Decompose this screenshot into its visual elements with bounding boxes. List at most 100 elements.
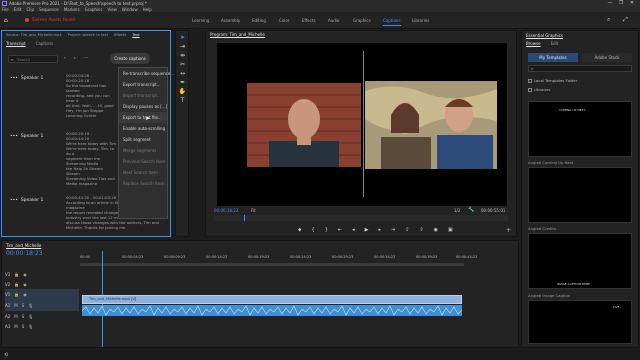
playhead[interactable] bbox=[244, 215, 245, 221]
menu-item-retranscribe[interactable]: Re-transcribe sequence... bbox=[119, 68, 174, 79]
create-captions-button[interactable]: Create captions bbox=[110, 53, 150, 64]
workspace-tab-graphics[interactable]: Graphics bbox=[353, 18, 371, 23]
mark-in-icon[interactable]: { bbox=[312, 227, 315, 233]
home-icon[interactable]: ⌂ bbox=[4, 17, 8, 24]
extract-icon[interactable]: ⇪ bbox=[419, 227, 423, 233]
play-icon[interactable]: ▶ bbox=[365, 227, 369, 233]
audio-clip[interactable] bbox=[81, 305, 463, 316]
mic-icon[interactable]: 🎙 bbox=[28, 324, 33, 329]
menu-item-import-transcript[interactable]: Import transcript... bbox=[119, 90, 167, 101]
essential-graphics-title[interactable]: Essential Graphics bbox=[526, 33, 563, 38]
scrub-bar[interactable] bbox=[214, 215, 508, 221]
wrench-icon[interactable]: 🔧 bbox=[468, 207, 474, 213]
mute-icon[interactable]: M bbox=[14, 324, 17, 329]
menu-clip[interactable]: Clip bbox=[26, 7, 34, 12]
fullscreen-icon[interactable]: ⤢ bbox=[623, 16, 628, 24]
menu-graphics[interactable]: Graphics bbox=[85, 7, 103, 12]
export-frame-icon[interactable]: ◉ bbox=[434, 227, 438, 233]
checkbox-icon[interactable] bbox=[528, 87, 532, 92]
menu-file[interactable]: File bbox=[2, 7, 9, 12]
menu-window[interactable]: Window bbox=[122, 7, 138, 12]
tab-effects[interactable]: Effects bbox=[114, 33, 126, 37]
tab-edit[interactable]: Edit bbox=[551, 41, 559, 46]
my-templates-button[interactable]: My Templates bbox=[528, 53, 578, 62]
menu-edit[interactable]: Edit bbox=[14, 7, 22, 12]
menu-item-export-text-file[interactable]: Export to text file... bbox=[119, 112, 167, 123]
workspace-tab-learning[interactable]: Learning bbox=[192, 18, 209, 23]
track-header-a1[interactable]: A1 M S 🎙 bbox=[5, 300, 79, 311]
solo-icon[interactable]: S bbox=[22, 314, 25, 319]
workspace-tab-libraries[interactable]: Libraries bbox=[412, 18, 429, 23]
template-thumbnail[interactable]: LIVE bbox=[528, 300, 632, 344]
type-tool-icon[interactable]: T bbox=[179, 97, 186, 104]
menu-item-previous-search[interactable]: Previous Search Item bbox=[119, 156, 167, 167]
search-input[interactable]: ⌕ Search bbox=[8, 55, 58, 63]
mute-icon[interactable]: M bbox=[14, 303, 17, 308]
go-to-in-icon[interactable]: ⇤ bbox=[338, 227, 342, 233]
tab-transcript[interactable]: Transcript bbox=[6, 41, 26, 46]
track-header-a2[interactable]: A2 M S 🎙 bbox=[5, 311, 79, 321]
workspace-tab-assembly[interactable]: Assembly bbox=[221, 18, 240, 23]
workspace-tab-effects[interactable]: Effects bbox=[302, 18, 316, 23]
previous-result-button[interactable]: ‹ bbox=[64, 55, 66, 60]
workspace-tab-captions[interactable]: Captions bbox=[383, 18, 401, 26]
add-marker-icon[interactable]: ⬥ bbox=[298, 227, 302, 233]
menu-item-replace-search[interactable]: Replace Search Item bbox=[119, 178, 167, 189]
step-forward-icon[interactable]: ▸ bbox=[378, 227, 381, 233]
search-icon[interactable]: ⌕ bbox=[607, 16, 610, 24]
go-to-out-icon[interactable]: ⇥ bbox=[391, 227, 395, 233]
transcript-entry[interactable]: ••• Speaker 1 bbox=[10, 197, 43, 203]
eye-icon[interactable]: ◉ bbox=[23, 282, 27, 287]
templates-search-input[interactable]: ⌕ bbox=[528, 65, 632, 72]
mic-icon[interactable]: 🎙 bbox=[28, 314, 33, 319]
transcript-entry[interactable]: ••• Speaker 1 bbox=[10, 75, 43, 81]
work-area-bar[interactable] bbox=[80, 263, 464, 266]
template-thumbnail[interactable]: COMING UP NEXT bbox=[528, 101, 632, 157]
tab-browse[interactable]: Browse bbox=[526, 41, 541, 46]
local-templates-filter[interactable]: Local Templates Folder bbox=[528, 78, 577, 83]
menu-item-auto-scrolling[interactable]: Enable auto-scrolling bbox=[119, 123, 167, 134]
tab-project[interactable]: Project: speech to text bbox=[68, 33, 108, 37]
track-header-v2[interactable]: V2 🔒 ◉ bbox=[5, 279, 79, 289]
libraries-filter[interactable]: Libraries bbox=[528, 87, 550, 92]
lock-icon[interactable]: 🔒 bbox=[14, 272, 19, 277]
track-header-v1[interactable]: V1 🔒 ◉ bbox=[5, 289, 79, 300]
transcript-segment[interactable]: 00:00:04:26 - 00:00:20:18 So the broadca… bbox=[66, 73, 116, 118]
transcript-segment[interactable]: 00:00:20:19 - 00:00:44:20 We're here tod… bbox=[66, 131, 116, 186]
workspace-tab-color[interactable]: Color bbox=[279, 18, 289, 23]
menu-help[interactable]: Help bbox=[143, 7, 152, 12]
eye-icon[interactable]: ◉ bbox=[23, 272, 27, 277]
eye-icon[interactable]: ◉ bbox=[23, 292, 27, 297]
next-result-button[interactable]: › bbox=[74, 55, 76, 60]
menu-item-split-segment[interactable]: Split segment bbox=[119, 134, 167, 145]
solo-icon[interactable]: S bbox=[22, 324, 25, 329]
track-header-a3[interactable]: A3 M S 🎙 bbox=[5, 321, 79, 331]
track-select-tool-icon[interactable]: ⇥ bbox=[179, 43, 186, 50]
template-thumbnail[interactable]: IMAGE CAPTION HERE bbox=[528, 233, 632, 289]
time-ruler[interactable]: 00:00 00:00:04:23 00:00:09:23 00:00:14:2… bbox=[80, 251, 477, 261]
video-frame[interactable] bbox=[217, 43, 507, 206]
lock-icon[interactable]: 🔒 bbox=[14, 282, 19, 287]
menu-item-next-search[interactable]: Next Search Item bbox=[119, 167, 167, 178]
mark-out-icon[interactable]: } bbox=[325, 227, 328, 233]
track-header-v3[interactable]: V3 🔒 ◉ bbox=[5, 269, 79, 279]
hand-tool-icon[interactable]: ✋ bbox=[179, 88, 186, 95]
solo-icon[interactable]: S bbox=[22, 303, 25, 308]
tab-source[interactable]: Source: Tim_and_Michelle.mp4 bbox=[6, 33, 62, 37]
lift-icon[interactable]: ⇧ bbox=[405, 227, 409, 233]
mute-icon[interactable]: M bbox=[14, 314, 17, 319]
menu-sequence[interactable]: Sequence bbox=[39, 7, 59, 12]
timeline-timecode[interactable]: 00:00:18:23 bbox=[6, 250, 43, 257]
menu-item-merge-segments[interactable]: Merge segments bbox=[119, 145, 167, 156]
resolution-dropdown[interactable]: 1/2 bbox=[454, 208, 460, 213]
checkbox-icon[interactable] bbox=[528, 78, 532, 83]
fit-dropdown[interactable]: Fit bbox=[251, 208, 256, 213]
workspace-tab-editing[interactable]: Editing bbox=[252, 18, 266, 23]
more-options-icon[interactable]: ⋯ bbox=[84, 55, 88, 60]
pen-tool-icon[interactable]: ✒ bbox=[179, 79, 186, 86]
template-thumbnail[interactable] bbox=[528, 167, 632, 223]
slip-tool-icon[interactable]: ↔ bbox=[179, 70, 186, 77]
program-monitor-title[interactable]: Program: Tim_and_Michelle bbox=[210, 32, 265, 37]
adobe-stock-button[interactable]: Adobe Stock bbox=[582, 53, 632, 62]
ripple-edit-tool-icon[interactable]: ⇹ bbox=[179, 52, 186, 59]
